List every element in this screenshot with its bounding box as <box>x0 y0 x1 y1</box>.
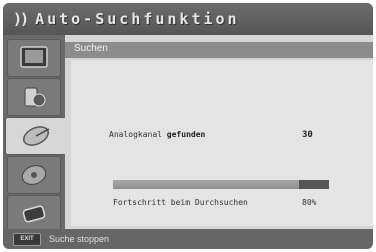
search-panel: Suchen Analogkanal gefunden 30 Fortschri… <box>65 35 373 229</box>
tv-screen-icon <box>20 46 48 68</box>
sidebar-item-media[interactable] <box>7 156 61 194</box>
channels-found-label: Analogkanal gefunden <box>109 130 205 139</box>
hdmi-connector-icon <box>22 205 46 223</box>
settings-icon <box>24 87 46 107</box>
page-title: Auto-Suchfunktion <box>35 10 240 28</box>
stop-search-hint: Suche stoppen <box>49 234 110 244</box>
panel-header: Suchen <box>65 42 373 58</box>
tv-menu-screen: )) Auto-Suchfunktion Suchen Analogkanal … <box>3 3 373 249</box>
sidebar-item-search[interactable] <box>5 117 66 155</box>
channels-found-count: 30 <box>302 130 313 140</box>
progress-label: Fortschritt beim Durchsuchen <box>113 198 248 207</box>
panel-body: Analogkanal gefunden 30 Fortschritt beim… <box>71 60 373 226</box>
found-label-prefix: Analogkanal <box>109 130 167 139</box>
sidebar-item-connections[interactable] <box>7 195 61 233</box>
disc-icon <box>21 165 47 185</box>
panel-title: Suchen <box>74 43 108 54</box>
footer-bar: EXIT Suche stoppen <box>3 229 373 249</box>
progress-percent: 80% <box>302 198 317 207</box>
broadcast-wave-icon: )) <box>13 10 29 28</box>
sidebar <box>3 35 66 233</box>
title-bar: )) Auto-Suchfunktion <box>3 3 373 35</box>
satellite-dish-icon <box>22 126 50 146</box>
exit-key-icon[interactable]: EXIT <box>13 232 41 246</box>
progress-fill <box>113 180 299 189</box>
sidebar-item-picture[interactable] <box>7 39 61 77</box>
found-label-bold: gefunden <box>166 130 206 139</box>
search-progress-bar <box>113 180 329 189</box>
sidebar-item-settings[interactable] <box>7 78 61 116</box>
